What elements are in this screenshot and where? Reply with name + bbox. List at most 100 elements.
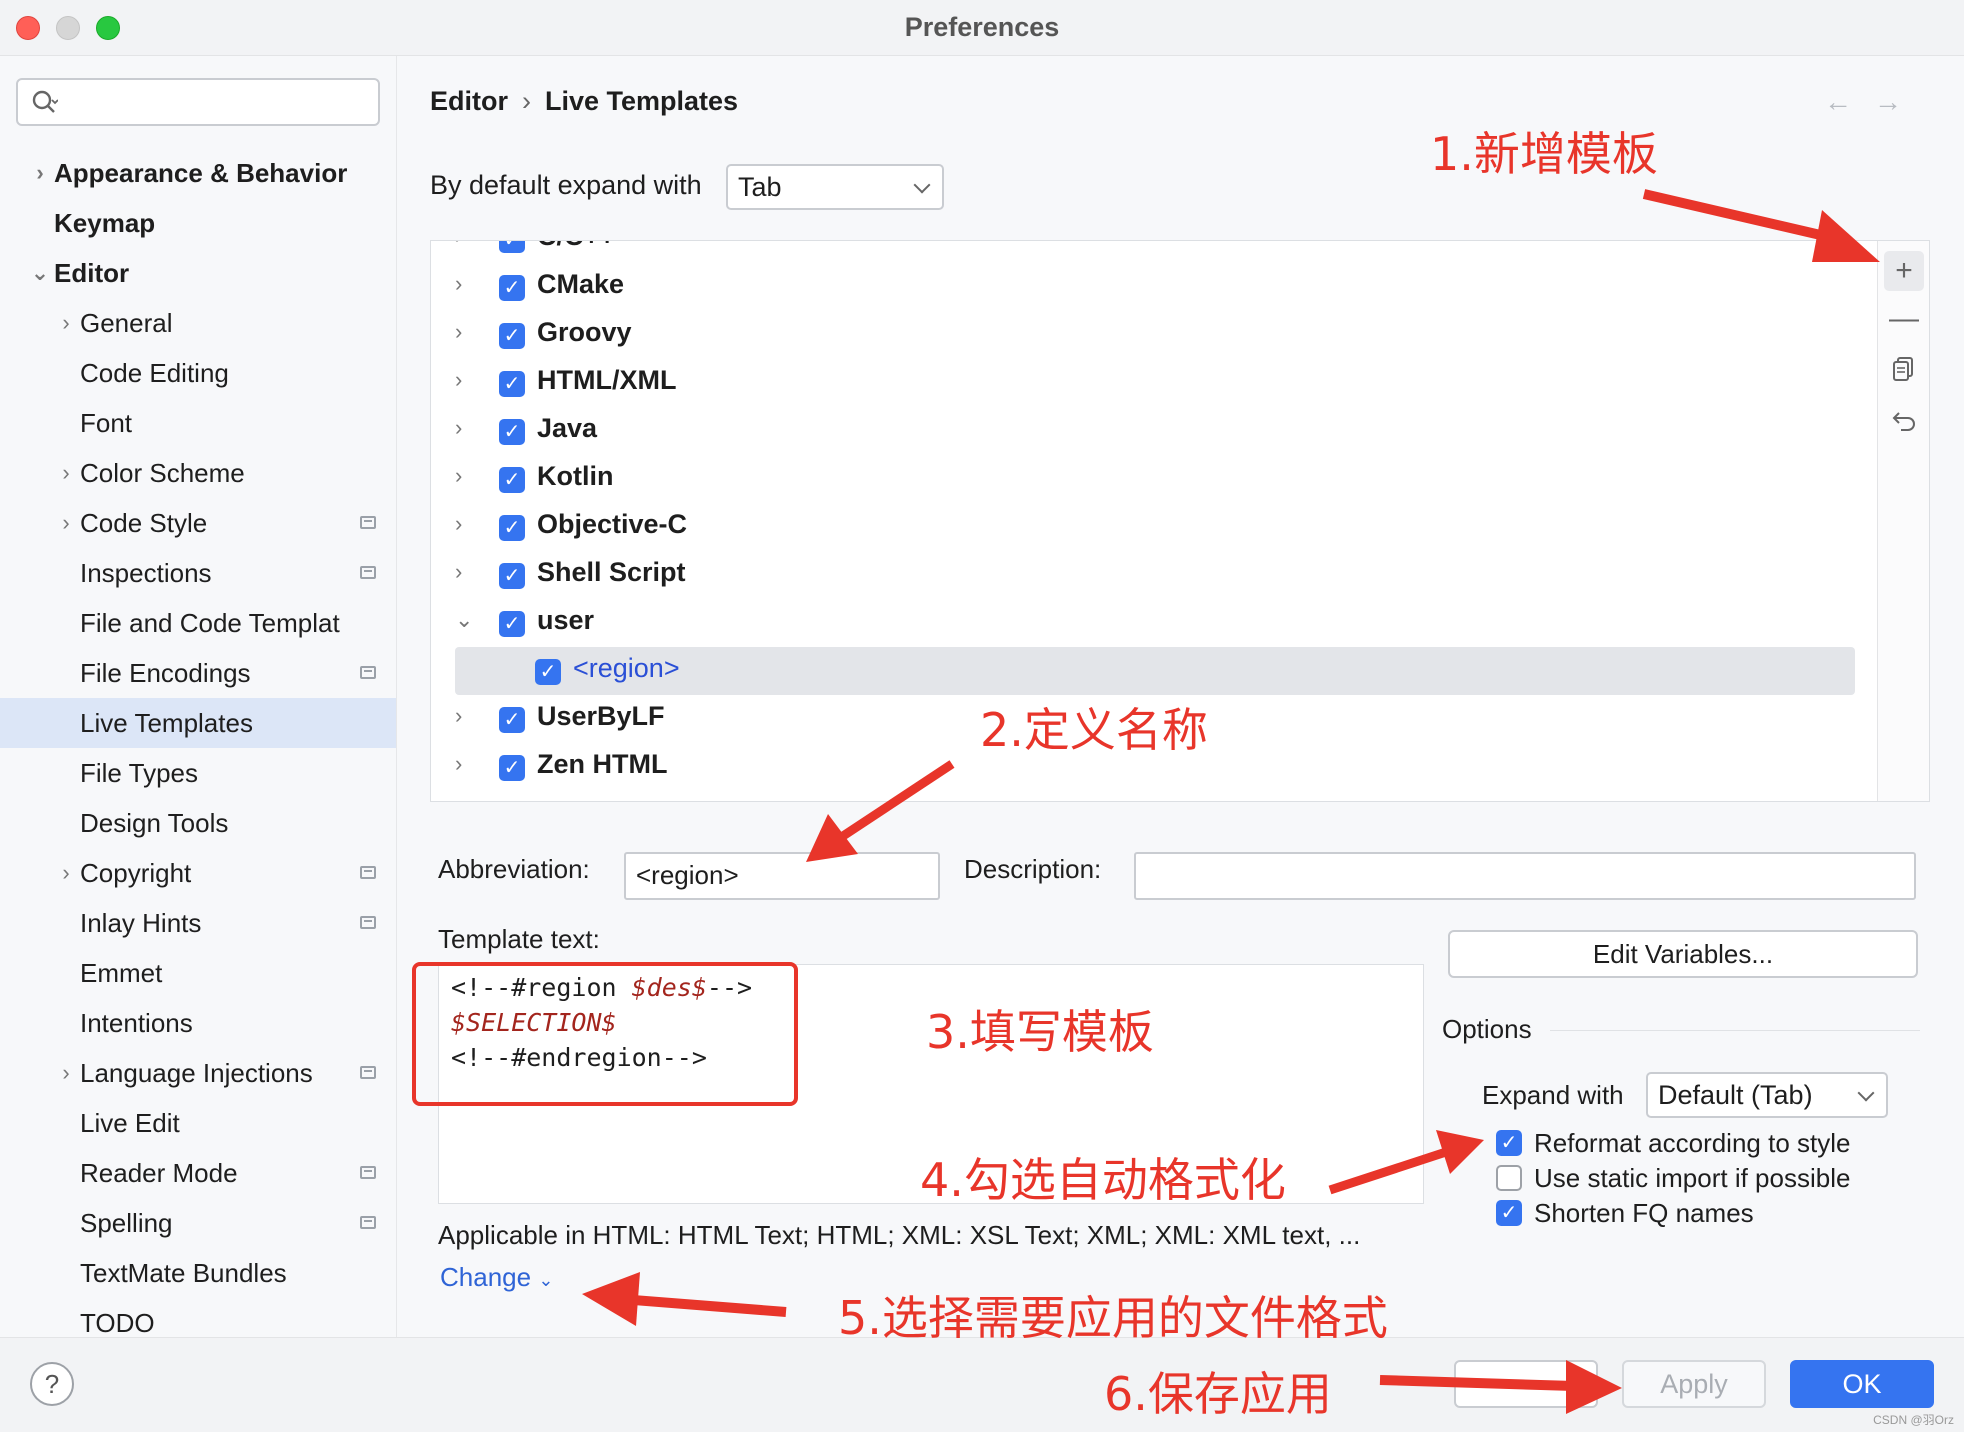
chevron-right-icon[interactable]: › (455, 463, 462, 489)
sidebar-item-textmate-bundles[interactable]: TextMate Bundles (0, 1248, 396, 1298)
sidebar-item-live-templates[interactable]: Live Templates (0, 698, 396, 748)
help-icon: ? (44, 1369, 60, 1399)
chevron-right-icon[interactable]: › (455, 367, 462, 393)
back-arrow-icon[interactable]: ← (1824, 86, 1874, 117)
sidebar-item-emmet[interactable]: Emmet (0, 948, 396, 998)
template-group-row[interactable]: › ✓ Groovy (431, 311, 1877, 359)
group-checkbox[interactable]: ✓ (499, 275, 525, 301)
sidebar-item-spelling[interactable]: Spelling (0, 1198, 396, 1248)
chevron-right-icon[interactable]: › (56, 1048, 76, 1098)
chevron-right-icon[interactable]: › (56, 448, 76, 498)
sidebar-item-label: Inlay Hints (80, 908, 202, 938)
settings-search-input[interactable] (16, 78, 380, 126)
sidebar-item-inlay-hints[interactable]: Inlay Hints (0, 898, 396, 948)
sidebar-item-design-tools[interactable]: Design Tools (0, 798, 396, 848)
cancel-button[interactable] (1454, 1360, 1598, 1408)
sidebar-item-file-encodings[interactable]: File Encodings (0, 648, 396, 698)
sidebar-item-file-types[interactable]: File Types (0, 748, 396, 798)
template-group-row[interactable]: › ✓ CMake (431, 263, 1877, 311)
template-group-row[interactable]: › ✓ HTML/XML (431, 359, 1877, 407)
chevron-right-icon[interactable]: › (455, 511, 462, 537)
chevron-down-icon[interactable]: ⌄ (455, 607, 473, 633)
ok-button[interactable]: OK (1790, 1360, 1934, 1408)
group-checkbox[interactable]: ✓ (499, 467, 525, 493)
breadcrumb-parent[interactable]: Editor (430, 86, 508, 116)
checkbox[interactable]: ✓ (1496, 1130, 1522, 1156)
chevron-right-icon[interactable]: › (455, 415, 462, 441)
sidebar-item-language-injections[interactable]: › Language Injections (0, 1048, 396, 1098)
template-group-name: Zen HTML (537, 749, 668, 779)
sidebar-item-intentions[interactable]: Intentions (0, 998, 396, 1048)
chevron-right-icon[interactable]: › (455, 271, 462, 297)
template-item-row[interactable]: ✓ <region> (455, 647, 1855, 695)
checkbox[interactable] (1496, 1165, 1522, 1191)
expand-with-dropdown[interactable]: Default (Tab) (1646, 1072, 1888, 1118)
copy-template-button[interactable] (1884, 349, 1924, 389)
description-input[interactable] (1134, 852, 1916, 900)
chevron-right-icon[interactable]: › (455, 241, 462, 249)
sidebar-item-file-and-code-templat[interactable]: File and Code Templat (0, 598, 396, 648)
sidebar-item-keymap[interactable]: Keymap (0, 198, 396, 248)
dialog-footer: ? Apply OK (0, 1337, 1964, 1432)
restore-template-button[interactable] (1884, 401, 1924, 441)
forward-arrow-icon[interactable]: → (1874, 86, 1924, 117)
sidebar-item-appearance-behavior[interactable]: › Appearance & Behavior (0, 148, 396, 198)
sidebar-item-reader-mode[interactable]: Reader Mode (0, 1148, 396, 1198)
chevron-right-icon[interactable]: › (56, 848, 76, 898)
sidebar-item-general[interactable]: › General (0, 298, 396, 348)
template-group-row[interactable]: › ✓ Shell Script (431, 551, 1877, 599)
template-group-name: HTML/XML (537, 365, 677, 395)
template-group-row[interactable]: ⌄ ✓ user (431, 599, 1877, 647)
sidebar-item-label: Live Templates (80, 708, 253, 738)
annotation-save-apply: 6.保存应用 (1104, 1367, 1332, 1421)
sidebar-item-code-style[interactable]: › Code Style (0, 498, 396, 548)
option-label: Shorten FQ names (1534, 1198, 1754, 1228)
project-scope-icon (360, 916, 376, 929)
sidebar-item-live-edit[interactable]: Live Edit (0, 1098, 396, 1148)
group-checkbox[interactable]: ✓ (499, 419, 525, 445)
sidebar-item-color-scheme[interactable]: › Color Scheme (0, 448, 396, 498)
chevron-down-icon[interactable]: ⌄ (30, 248, 50, 298)
abbreviation-input[interactable]: <region> (624, 852, 940, 900)
group-checkbox[interactable]: ✓ (499, 755, 525, 781)
chevron-right-icon[interactable]: › (455, 319, 462, 345)
add-template-button[interactable]: + (1884, 251, 1924, 291)
plus-icon: + (1895, 254, 1913, 287)
template-group-name: CMake (537, 269, 625, 299)
chevron-right-icon[interactable]: › (56, 298, 76, 348)
template-group-row[interactable]: › ✓ Java (431, 407, 1877, 455)
chevron-right-icon[interactable]: › (30, 148, 50, 198)
edit-variables-button[interactable]: Edit Variables... (1448, 930, 1918, 978)
sidebar-item-font[interactable]: Font (0, 398, 396, 448)
group-checkbox[interactable]: ✓ (499, 515, 525, 541)
checkbox[interactable]: ✓ (1496, 1200, 1522, 1226)
sidebar-item-copyright[interactable]: › Copyright (0, 848, 396, 898)
sidebar-item-label: Design Tools (80, 808, 229, 838)
chevron-right-icon[interactable]: › (455, 703, 462, 729)
sidebar-item-label: Appearance & Behavior (54, 158, 348, 188)
template-checkbox[interactable]: ✓ (535, 659, 561, 685)
template-group-row[interactable]: › ✓ C/C++ (431, 241, 1877, 263)
default-expand-dropdown[interactable]: Tab (726, 164, 944, 210)
template-group-row[interactable]: › ✓ Kotlin (431, 455, 1877, 503)
sidebar-item-editor[interactable]: ⌄ Editor (0, 248, 396, 298)
annotation-add-template: 1.新增模板 (1430, 127, 1658, 181)
group-checkbox[interactable]: ✓ (499, 241, 525, 253)
template-group-row[interactable]: › ✓ Objective-C (431, 503, 1877, 551)
help-button[interactable]: ? (30, 1362, 74, 1406)
group-checkbox[interactable]: ✓ (499, 611, 525, 637)
remove-template-button[interactable]: — (1884, 299, 1924, 339)
chevron-right-icon[interactable]: › (455, 559, 462, 585)
group-checkbox[interactable]: ✓ (499, 371, 525, 397)
group-checkbox[interactable]: ✓ (499, 323, 525, 349)
apply-button[interactable]: Apply (1622, 1360, 1766, 1408)
chevron-right-icon[interactable]: › (56, 498, 76, 548)
sidebar-item-code-editing[interactable]: Code Editing (0, 348, 396, 398)
chevron-right-icon[interactable]: › (455, 751, 462, 777)
group-checkbox[interactable]: ✓ (499, 707, 525, 733)
sidebar-item-inspections[interactable]: Inspections (0, 548, 396, 598)
group-checkbox[interactable]: ✓ (499, 563, 525, 589)
project-scope-icon (360, 666, 376, 679)
project-scope-icon (360, 1066, 376, 1079)
change-contexts-link[interactable]: Change ⌄ (440, 1262, 553, 1293)
